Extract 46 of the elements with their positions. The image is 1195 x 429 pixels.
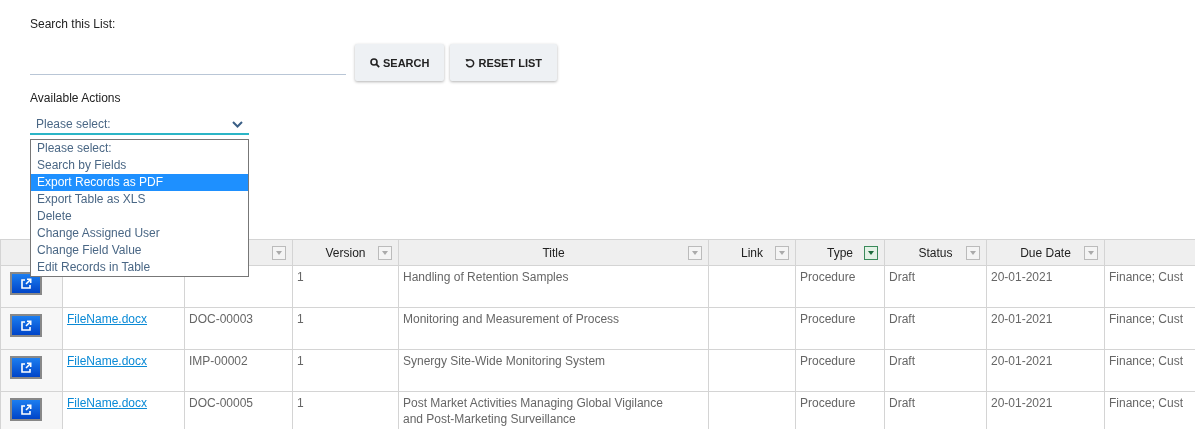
table-cell: 1: [297, 270, 304, 284]
column-title: Title: [542, 245, 565, 260]
dropdown-option[interactable]: Export Records as PDF: [31, 174, 248, 191]
table-cell: Draft: [889, 396, 915, 410]
table-cell: DOC-00003: [189, 312, 254, 326]
search-button[interactable]: SEARCH: [355, 44, 445, 81]
table-cell: 20-01-2021: [991, 312, 1053, 326]
table-cell: Finance; Cust: [1109, 270, 1184, 284]
dropdown-option[interactable]: Change Field Value: [31, 242, 248, 259]
table-cell: DOC-00005: [189, 396, 254, 410]
actions-dropdown[interactable]: Please select:: [30, 113, 249, 135]
table-cell: Draft: [889, 270, 915, 284]
table-cell: Finance; Cust: [1109, 396, 1184, 410]
table-cell: 1: [297, 354, 304, 368]
search-label: Search this List:: [30, 17, 117, 31]
dropdown-option[interactable]: Edit Records in Table: [31, 259, 248, 276]
dropdown-option[interactable]: Export Table as XLS: [31, 191, 248, 208]
table-cell: 1: [297, 312, 304, 326]
table-cell: Draft: [889, 354, 915, 368]
dropdown-option[interactable]: Search by Fields: [31, 157, 248, 174]
table-cell: 1: [297, 396, 304, 410]
table-cell: Post Market Activities Managing Global Vigilance and Post-Marketing Surveillance: [403, 396, 663, 426]
dropdown-option[interactable]: Change Assigned User: [31, 225, 248, 242]
column-title: Version: [325, 245, 366, 260]
table-cell: Finance; Cust: [1109, 354, 1184, 368]
dropdown-option[interactable]: Delete: [31, 208, 248, 225]
table-cell: Procedure: [800, 312, 856, 326]
table-cell: Procedure: [800, 354, 856, 368]
table-cell: IMP-00002: [189, 354, 248, 368]
column-title: Due Date: [1020, 245, 1071, 260]
table-cell: Procedure: [800, 270, 856, 284]
table-cell: Monitoring and Measurement of Process: [403, 312, 620, 326]
table-cell: 20-01-2021: [991, 354, 1053, 368]
table-cell: Finance; Cust: [1109, 312, 1184, 326]
reset-list-button[interactable]: RESET LIST: [450, 44, 557, 81]
table-cell: Handling of Retention Samples: [403, 270, 569, 284]
column-title: Type: [827, 245, 853, 260]
table-cell: Draft: [889, 312, 915, 326]
table-cell: Procedure: [800, 396, 856, 410]
table-cell: Synergy Site-Wide Monitoring System: [403, 354, 606, 368]
available-actions-label: Available Actions: [30, 91, 122, 105]
dropdown-option[interactable]: Please select:: [31, 140, 248, 157]
column-title: Link: [741, 245, 763, 260]
table-cell: 20-01-2021: [991, 270, 1053, 284]
column-title: Status: [918, 245, 953, 260]
table-cell: 20-01-2021: [991, 396, 1053, 410]
